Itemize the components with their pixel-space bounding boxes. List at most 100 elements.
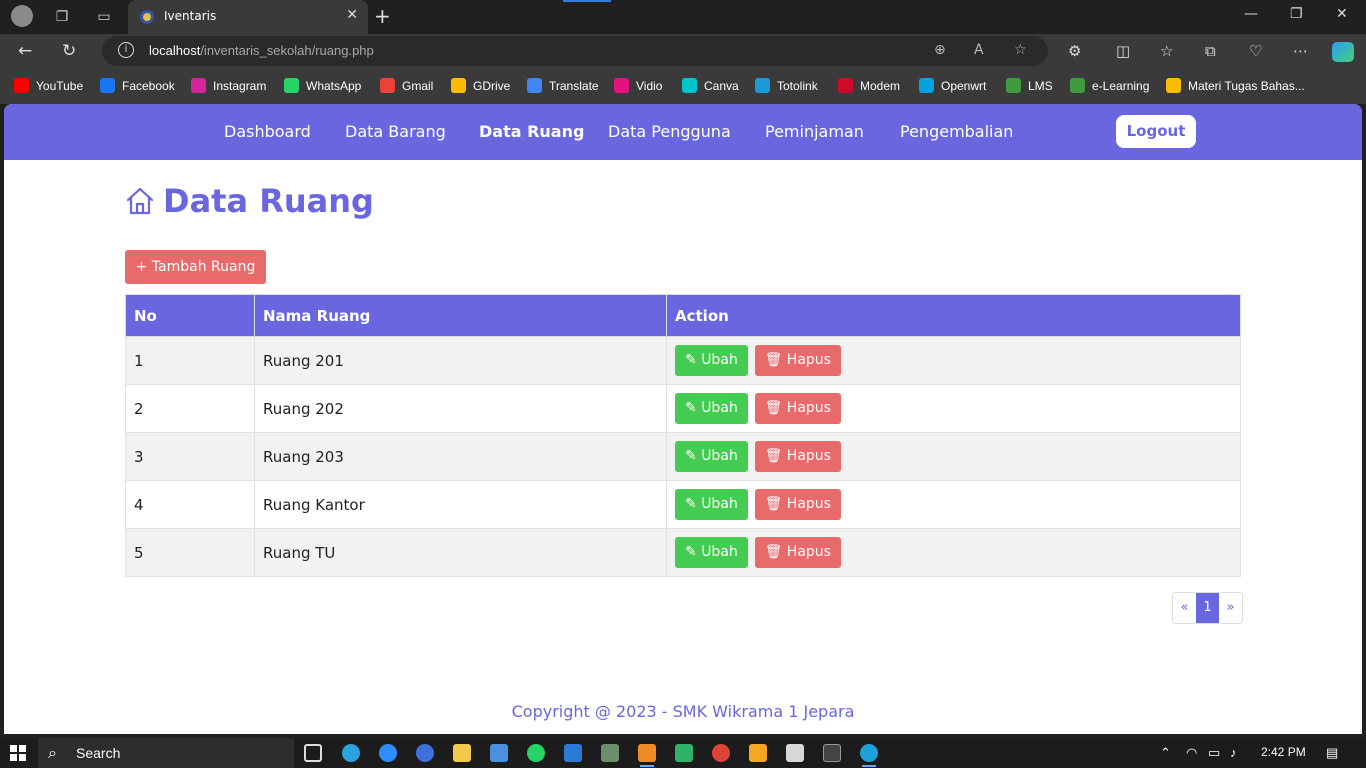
task-view-icon[interactable] [304,744,322,762]
back-arrow-icon[interactable]: ← [18,41,32,61]
cell-actions: ✎ Ubah 🗑 Hapus [666,480,1241,529]
windows-start-icon[interactable] [10,745,26,761]
bookmark-totolink[interactable]: Totolink [755,78,818,93]
site-info-icon[interactable]: i [118,42,134,58]
cell-actions: ✎ Ubah 🗑 Hapus [666,336,1241,385]
extensions-icon[interactable]: ⚙ [1068,42,1081,60]
tab-actions-icon[interactable]: ▭ [93,7,115,27]
volume-icon[interactable]: ♪ [1230,745,1237,760]
workspaces-icon[interactable]: ❐ [51,7,73,27]
delete-button[interactable]: 🗑 Hapus [754,537,841,568]
bookmark-canva[interactable]: Canva [682,78,739,93]
nav-peminjaman[interactable]: Peminjaman [765,122,864,141]
bookmark-gmail[interactable]: Gmail [380,78,433,93]
bookmark-lms[interactable]: LMS [1006,78,1053,93]
pagination-current-page[interactable]: 1 [1196,593,1219,623]
bookmark-instagram[interactable]: Instagram [191,78,266,93]
edit-button[interactable]: ✎ Ubah [675,489,748,520]
taskbar-search-label: Search [76,745,121,761]
delete-label: Hapus [786,352,831,368]
edit-button[interactable]: ✎ Ubah [675,393,748,424]
window-close-icon[interactable]: ✕ [1336,6,1348,22]
ms-store-icon[interactable] [490,744,508,762]
bookmark-openwrt[interactable]: Openwrt [919,78,986,93]
pagination-next[interactable]: » [1219,593,1242,623]
tray-chevron-icon[interactable]: ⌃ [1160,745,1171,761]
bookmark-e-learning[interactable]: e-Learning [1070,78,1149,93]
edge-icon[interactable] [860,744,878,762]
bookmark-favicon-icon [755,78,770,93]
vscode-icon[interactable] [564,744,582,762]
bookmark-modem[interactable]: Modem [838,78,900,93]
tab-close-icon[interactable]: ✕ [346,7,358,23]
edit-button[interactable]: ✎ Ubah [675,345,748,376]
collections-icon[interactable]: ⧉ [1205,42,1216,60]
logout-button[interactable]: Logout [1116,115,1196,148]
bookmark-translate[interactable]: Translate [527,78,599,93]
nav-data-ruang[interactable]: Data Ruang [479,122,584,141]
whatsapp-app-icon[interactable] [527,744,545,762]
table-header-row: No Nama Ruang Action [125,294,1241,337]
delete-button[interactable]: 🗑 Hapus [754,489,841,520]
profile-avatar-icon[interactable] [11,5,33,27]
notifications-icon[interactable]: ▤ [1326,745,1338,761]
browser-titlebar: ❐ ▭ Iventaris ✕ + — ❐ ✕ [0,0,1366,34]
edit-button[interactable]: ✎ Ubah [675,537,748,568]
sublime-icon[interactable] [749,744,767,762]
bookmark-vidio[interactable]: Vidio [614,78,662,93]
battery-icon[interactable]: ▭ [1208,745,1220,761]
new-tab-icon[interactable]: + [374,4,391,28]
delete-button[interactable]: 🗑 Hapus [754,441,841,472]
minimize-icon[interactable]: — [1244,6,1258,22]
bookmark-favicon-icon [614,78,629,93]
url-text[interactable]: localhost/inventaris_sekolah/ruang.php [149,43,374,58]
nav-dashboard[interactable]: Dashboard [224,122,311,141]
delete-button[interactable]: 🗑 Hapus [754,393,841,424]
security-icon[interactable] [786,744,804,762]
nav-data-pengguna[interactable]: Data Pengguna [608,122,731,141]
delete-button[interactable]: 🗑 Hapus [754,345,841,376]
url-host: localhost [149,43,201,58]
header-room-name: Nama Ruang [254,294,667,337]
edit-button[interactable]: ✎ Ubah [675,441,748,472]
add-room-button[interactable]: + Tambah Ruang [125,250,266,284]
more-menu-icon[interactable]: ⋯ [1293,42,1308,60]
bookmark-whatsapp[interactable]: WhatsApp [284,78,361,93]
taskbar-search[interactable]: ⌕ Search [38,738,294,768]
table-row: 1 Ruang 201 ✎ Ubah 🗑 Hapus [125,336,1241,385]
chrome-icon[interactable] [712,744,730,762]
split-screen-icon[interactable]: ◫ [1116,42,1130,60]
edit-icon: ✎ [685,400,702,416]
address-toolbar: ← ↻ i localhost/inventaris_sekolah/ruang… [0,34,1366,68]
bookmark-gdrive[interactable]: GDrive [451,78,510,93]
performance-icon[interactable]: ♡ [1249,42,1262,60]
favorites-icon[interactable]: ☆ [1160,42,1173,60]
restore-icon[interactable]: ❐ [1290,6,1303,22]
telegram-icon[interactable] [342,744,360,762]
signal-icon[interactable] [416,744,434,762]
network-tool-icon[interactable] [601,744,619,762]
notepad-icon[interactable] [675,744,693,762]
favorite-star-icon[interactable]: ☆ [1014,42,1027,58]
browser-tab-active[interactable]: Iventaris ✕ [128,0,368,34]
xampp-icon[interactable] [638,744,656,762]
bookmark-materi-tugas-bahas[interactable]: Materi Tugas Bahas... [1166,78,1305,93]
refresh-icon[interactable]: ↻ [62,41,76,61]
nav-pengembalian[interactable]: Pengembalian [900,122,1013,141]
bookmark-label: Openwrt [941,78,987,93]
terminal-icon[interactable] [823,744,841,762]
url-path: /inventaris_sekolah/ruang.php [200,43,374,58]
address-bar[interactable]: i localhost/inventaris_sekolah/ruang.php… [102,36,1048,66]
read-aloud-icon[interactable]: A [974,42,984,58]
file-explorer-icon[interactable] [453,744,471,762]
bookmark-youtube[interactable]: YouTube [14,78,83,93]
copilot-icon[interactable] [1332,42,1354,62]
nav-data-barang[interactable]: Data Barang [345,122,446,141]
edit-icon: ✎ [685,544,702,560]
zoom-icon[interactable]: ⊕ [934,42,946,58]
pagination-prev[interactable]: « [1173,593,1196,623]
bookmark-facebook[interactable]: Facebook [100,78,175,93]
wifi-icon[interactable]: ◠ [1186,745,1197,761]
zoom-app-icon[interactable] [379,744,397,762]
clock-time[interactable]: 2:42 PM [1261,745,1306,759]
